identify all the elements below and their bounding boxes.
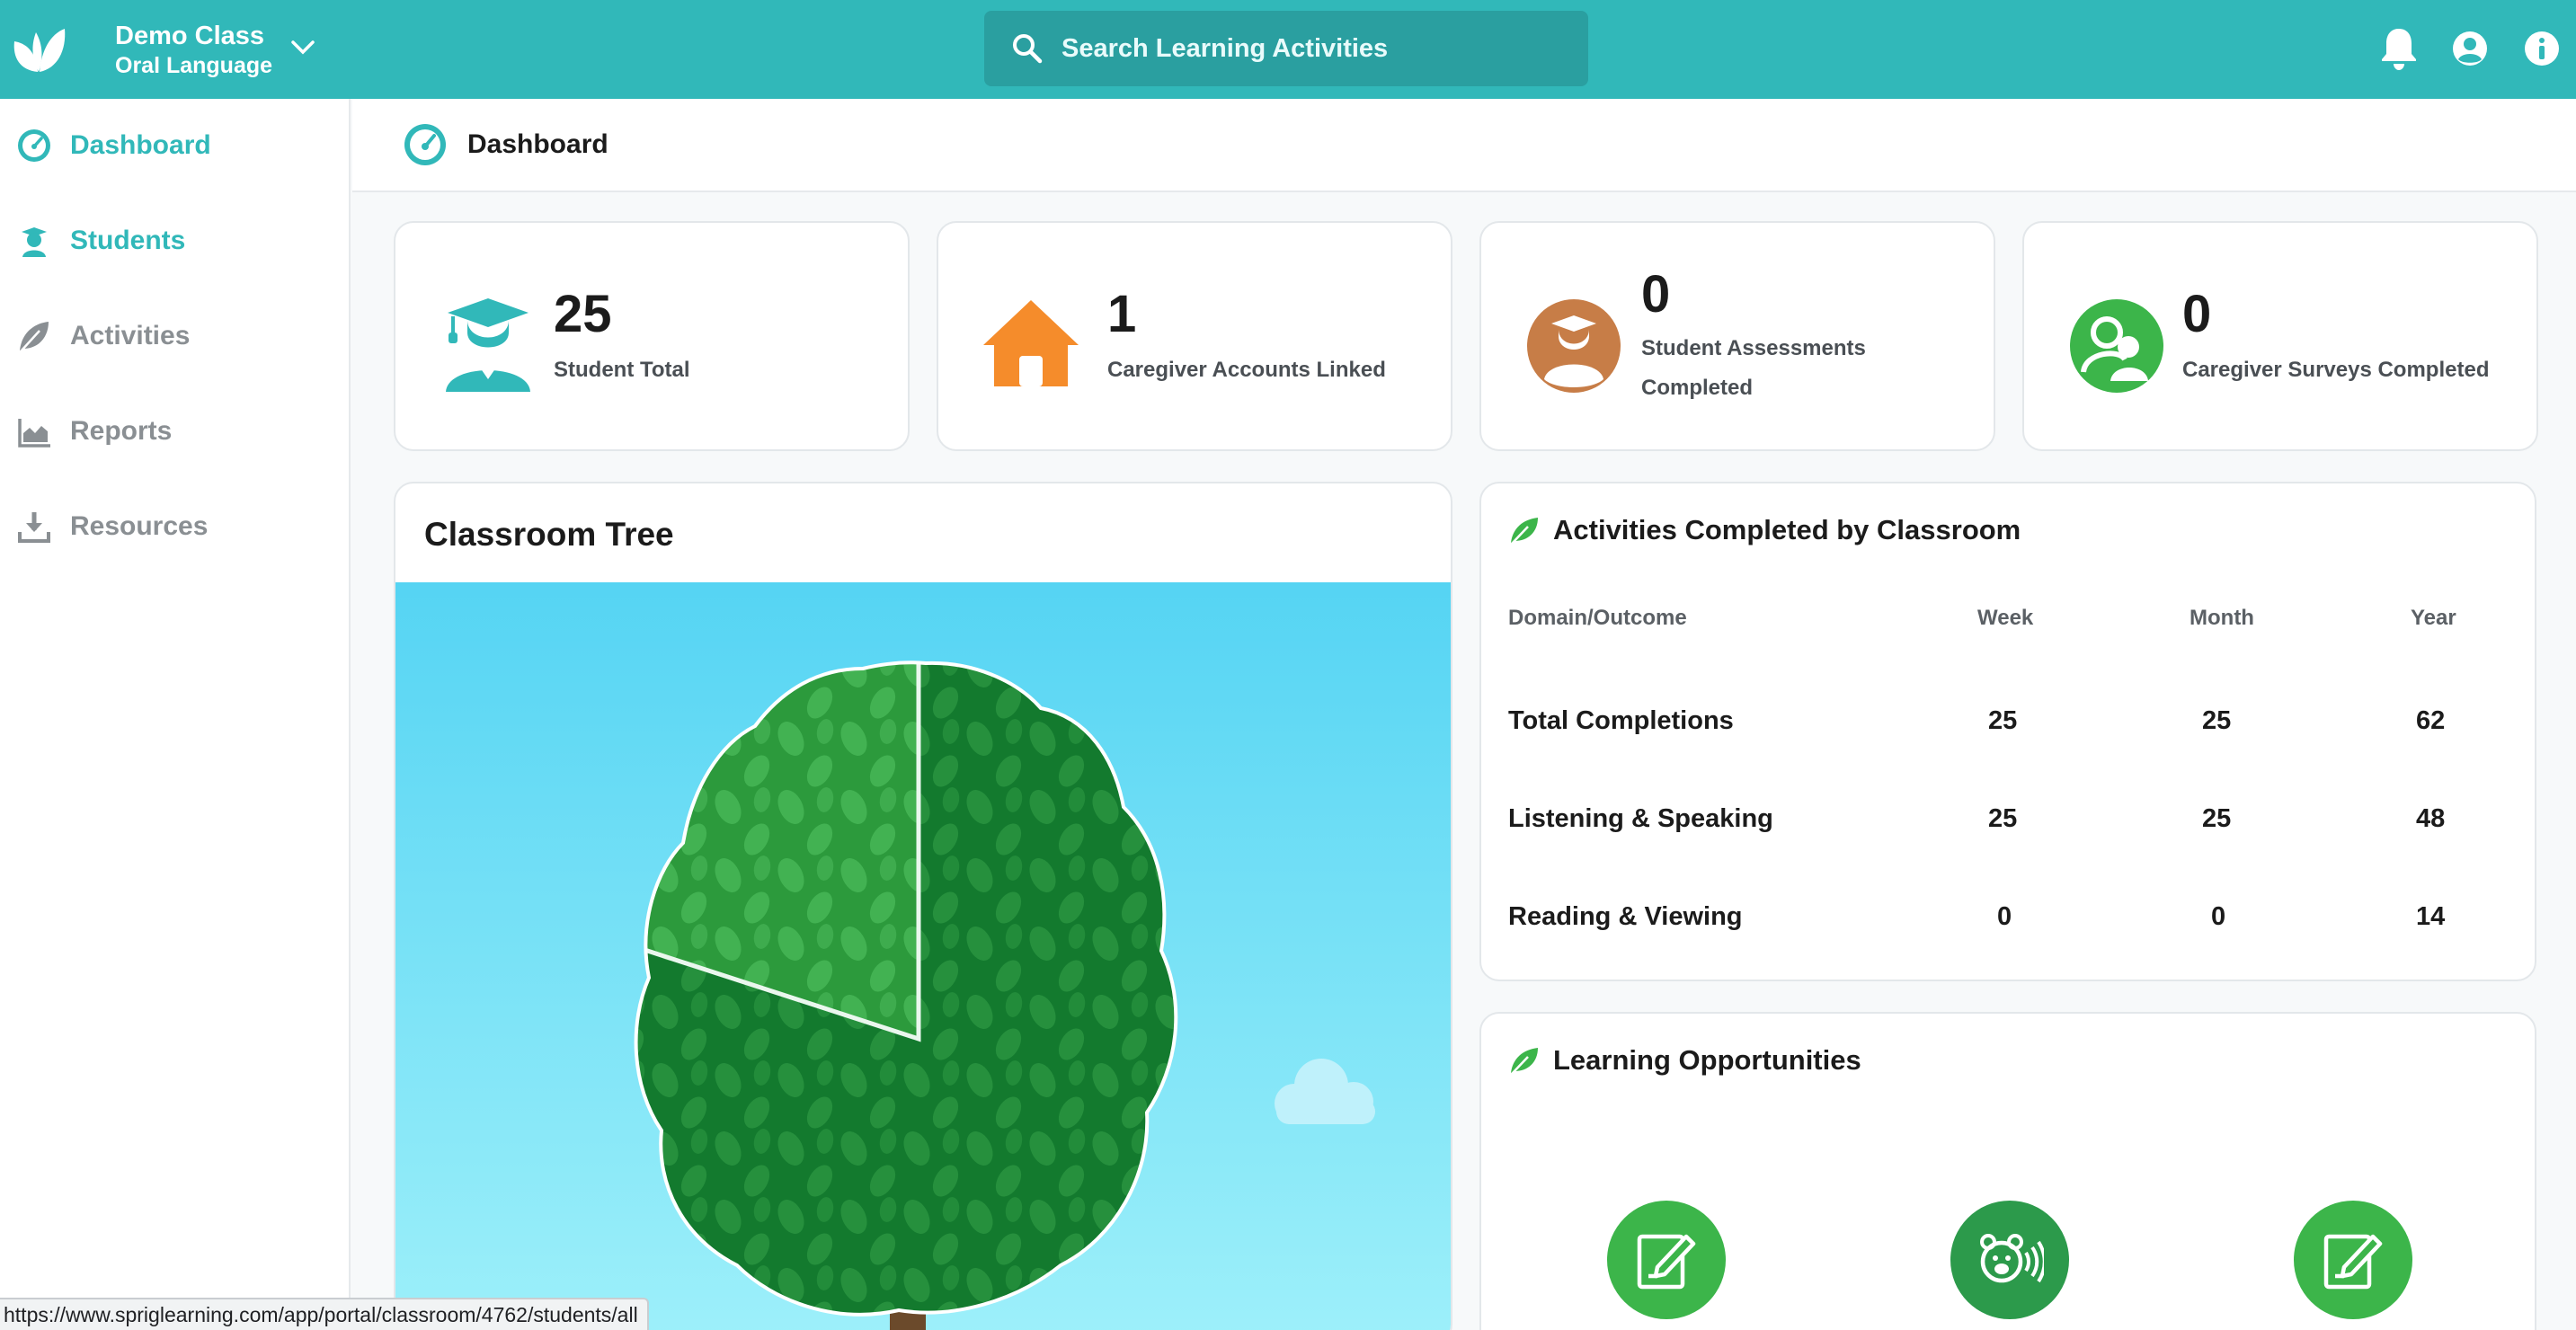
download-icon xyxy=(18,512,50,543)
cell-week: 25 xyxy=(1988,706,2018,735)
search-icon xyxy=(1013,34,1043,64)
column-header: Week xyxy=(1977,606,2034,630)
gauge-icon xyxy=(18,129,50,162)
sprig-leaf-logo-icon[interactable] xyxy=(11,23,67,75)
sidebar-item-students[interactable]: Students xyxy=(0,214,349,268)
breadcrumb: Dashboard xyxy=(352,99,2576,192)
stat-card-assessments[interactable]: 0 Student Assessments Completed xyxy=(1479,221,1995,451)
graduate-icon xyxy=(446,298,530,392)
sidebar: Dashboard Students Activities Reports Re… xyxy=(0,99,351,1330)
stat-value: 0 xyxy=(1641,265,1671,324)
search-box[interactable] xyxy=(984,11,1588,86)
users-icon xyxy=(2070,299,2163,393)
stat-value: 25 xyxy=(554,285,612,343)
cell-week: 25 xyxy=(1988,804,2018,833)
search-input[interactable] xyxy=(1061,33,1565,64)
learning-opportunity-button[interactable] xyxy=(1950,1201,2069,1319)
stat-label-line: Completed xyxy=(1641,376,1754,400)
cell-week: 0 xyxy=(1997,902,2012,931)
info-icon[interactable] xyxy=(2522,25,2562,72)
card-title: Classroom Tree xyxy=(424,516,674,553)
card-title: Activities Completed by Classroom xyxy=(1553,514,2021,545)
stat-label: Student Total xyxy=(554,358,690,382)
row-label: Listening & Speaking xyxy=(1508,804,1773,833)
assessment-icon xyxy=(1527,299,1621,393)
sidebar-item-reports[interactable]: Reports xyxy=(0,404,349,458)
classroom-tree-card: Classroom Tree xyxy=(394,482,1452,1330)
column-header: Month xyxy=(2190,606,2254,630)
stat-value: 1 xyxy=(1107,285,1137,343)
learning-opportunities-card: Learning Opportunities xyxy=(1479,1012,2536,1330)
stat-card-caregivers[interactable]: 1 Caregiver Accounts Linked xyxy=(937,221,1452,451)
page-title: Dashboard xyxy=(467,129,608,159)
sidebar-item-label: Activities xyxy=(70,321,191,350)
row-label: Total Completions xyxy=(1508,706,1734,735)
stat-label: Caregiver Surveys Completed xyxy=(2182,358,2490,382)
sidebar-item-activities[interactable]: Activities xyxy=(0,309,349,363)
sidebar-item-label: Resources xyxy=(70,511,209,541)
account-icon[interactable] xyxy=(2450,25,2490,72)
status-bar-url: https://www.spriglearning.com/app/portal… xyxy=(0,1298,649,1330)
bear-speaking-icon xyxy=(1980,1234,2044,1283)
stat-card-surveys[interactable]: 0 Caregiver Surveys Completed xyxy=(2022,221,2538,451)
sidebar-item-label: Reports xyxy=(70,416,173,446)
gauge-icon xyxy=(404,124,446,165)
leaf-icon xyxy=(1511,1048,1538,1075)
sidebar-item-dashboard[interactable]: Dashboard xyxy=(0,119,349,173)
student-icon xyxy=(22,227,47,257)
column-header: Year xyxy=(2411,606,2456,630)
sidebar-item-label: Students xyxy=(70,226,186,255)
cell-month: 25 xyxy=(2202,804,2232,833)
cell-year: 48 xyxy=(2416,804,2446,833)
cell-month: 25 xyxy=(2202,706,2232,735)
chevron-down-icon[interactable] xyxy=(289,38,316,58)
edit-note-icon xyxy=(2323,1234,2383,1290)
row-label: Reading & Viewing xyxy=(1508,902,1743,931)
stat-card-students[interactable]: 25 Student Total xyxy=(394,221,910,451)
card-header: Learning Opportunities xyxy=(1508,1044,1861,1077)
card-header: Activities Completed by Classroom xyxy=(1508,514,2021,546)
class-name: Demo Class xyxy=(115,22,265,50)
activities-completed-card: Activities Completed by Classroom Domain… xyxy=(1479,482,2536,981)
house-icon xyxy=(983,300,1079,386)
cell-year: 62 xyxy=(2416,706,2446,735)
cell-month: 0 xyxy=(2211,902,2226,931)
stat-label: Caregiver Accounts Linked xyxy=(1107,358,1386,382)
sidebar-item-resources[interactable]: Resources xyxy=(0,500,349,554)
sidebar-item-label: Dashboard xyxy=(70,130,211,160)
area-chart-icon xyxy=(18,419,50,448)
card-title: Learning Opportunities xyxy=(1553,1044,1861,1076)
stat-value: 0 xyxy=(2182,285,2212,343)
leaf-icon xyxy=(20,322,49,351)
column-header: Domain/Outcome xyxy=(1508,606,1687,630)
top-bar: Demo Class Oral Language xyxy=(0,0,2576,99)
class-selector[interactable]: Demo Class Oral Language xyxy=(115,20,272,79)
leaf-icon xyxy=(1511,518,1538,545)
classroom-tree-illustration xyxy=(395,582,1451,1330)
cell-year: 14 xyxy=(2416,902,2446,931)
stat-label-line: Student Assessments xyxy=(1641,336,1866,360)
class-subject: Oral Language xyxy=(115,53,273,78)
learning-opportunity-button[interactable] xyxy=(1607,1201,1726,1319)
stat-label: Student Assessments Completed xyxy=(1641,329,1866,408)
learning-opportunity-button[interactable] xyxy=(2294,1201,2412,1319)
bell-icon[interactable] xyxy=(2376,25,2421,72)
edit-note-icon xyxy=(1637,1234,1696,1290)
